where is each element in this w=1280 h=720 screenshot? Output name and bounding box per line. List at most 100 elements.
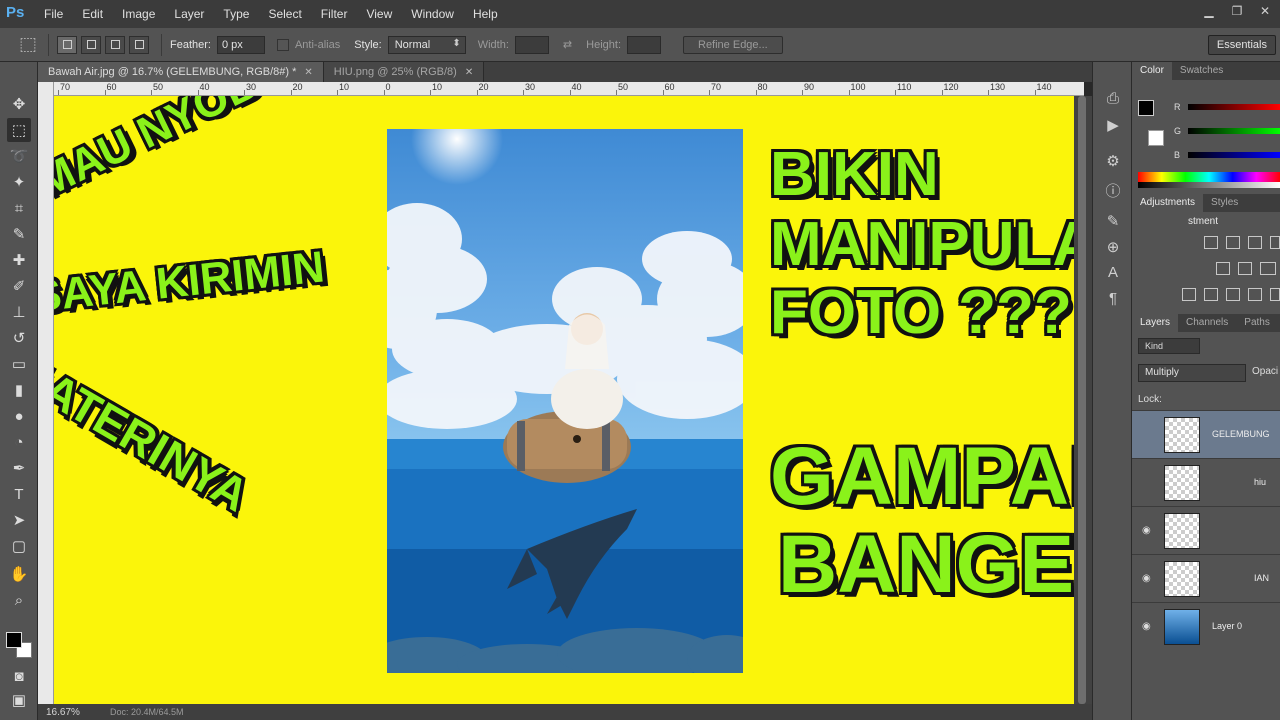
layer-row[interactable]: ◉ Layer 0 xyxy=(1132,602,1280,650)
menu-window[interactable]: Window xyxy=(411,7,454,21)
panel-background-swatch[interactable] xyxy=(1148,130,1164,146)
healing-brush-icon[interactable]: ✚ xyxy=(7,248,31,272)
properties-icon[interactable]: ⚙ xyxy=(1103,152,1123,172)
menu-type[interactable]: Type xyxy=(223,7,249,21)
gradient-map-icon[interactable] xyxy=(1248,288,1262,301)
tab-swatches[interactable]: Swatches xyxy=(1172,62,1231,80)
scroll-thumb[interactable] xyxy=(1078,96,1086,704)
width-input[interactable] xyxy=(514,35,549,54)
paragraph-panel-icon[interactable]: ¶ xyxy=(1103,290,1123,310)
path-select-icon[interactable]: ➤ xyxy=(7,508,31,532)
foreground-color-swatch[interactable] xyxy=(6,632,22,648)
add-selection-icon[interactable] xyxy=(81,35,101,54)
subtract-selection-icon[interactable] xyxy=(105,35,125,54)
minimize-icon[interactable]: ▁ xyxy=(1200,4,1218,18)
green-slider[interactable] xyxy=(1188,128,1280,134)
vibrance-icon[interactable] xyxy=(1270,236,1280,249)
actions-play-icon[interactable]: ▶ xyxy=(1103,116,1123,136)
antialias-checkbox[interactable] xyxy=(276,38,289,51)
posterize-icon[interactable] xyxy=(1204,288,1218,301)
threshold-icon[interactable] xyxy=(1226,288,1240,301)
zoom-level[interactable]: 16.67% xyxy=(38,707,90,718)
channel-mixer-icon[interactable] xyxy=(1260,262,1276,275)
marquee-preset-icon[interactable] xyxy=(20,37,36,52)
eraser-icon[interactable]: ▭ xyxy=(7,352,31,376)
close-icon[interactable]: ✕ xyxy=(1256,4,1274,18)
curves-icon[interactable] xyxy=(1204,236,1218,249)
vertical-scrollbar[interactable] xyxy=(1074,96,1092,704)
selective-color-icon[interactable] xyxy=(1270,288,1280,301)
invert-icon[interactable] xyxy=(1182,288,1196,301)
visibility-eye-icon[interactable]: ◉ xyxy=(1142,573,1151,584)
brush-panel-icon[interactable]: ✎ xyxy=(1103,212,1123,232)
screen-mode-icon[interactable]: ▣ xyxy=(7,688,31,712)
blue-slider[interactable] xyxy=(1188,152,1280,158)
eyedropper-icon[interactable]: ✎ xyxy=(7,222,31,246)
gradient-icon[interactable]: ▮ xyxy=(7,378,31,402)
document-size-info[interactable]: Doc: 20.4M/64.5M xyxy=(90,707,270,717)
tab-styles[interactable]: Styles xyxy=(1203,194,1246,212)
menu-layer[interactable]: Layer xyxy=(174,7,204,21)
menu-filter[interactable]: Filter xyxy=(321,7,348,21)
tab-paths[interactable]: Paths xyxy=(1236,314,1278,332)
brush-tool-icon[interactable]: ✐ xyxy=(7,274,31,298)
tab-layers[interactable]: Layers xyxy=(1132,314,1179,332)
tab-hiu[interactable]: HIU.png @ 25% (RGB/8) ✕ xyxy=(323,62,485,82)
info-icon[interactable]: ⓘ xyxy=(1103,180,1123,200)
blend-mode-select[interactable]: Multiply xyxy=(1138,364,1246,382)
new-selection-icon[interactable] xyxy=(57,35,77,54)
exposure-icon[interactable] xyxy=(1226,236,1240,249)
menu-select[interactable]: Select xyxy=(268,7,301,21)
style-select[interactable]: Normal xyxy=(387,35,466,54)
refine-edge-button[interactable]: Refine Edge... xyxy=(683,35,783,54)
tab-adjustments[interactable]: Adjustments xyxy=(1132,194,1204,212)
clone-source-icon[interactable]: ⊕ xyxy=(1103,238,1123,258)
document-canvas[interactable]: MAU NYOBA? SAYA KIRIMIN MATERINYA BIKIN … xyxy=(54,96,1074,704)
menu-image[interactable]: Image xyxy=(122,7,155,21)
tab-bawah-air[interactable]: Bawah Air.jpg @ 16.7% (GELEMBUNG, RGB/8#… xyxy=(38,62,324,82)
close-tab-icon[interactable]: ✕ xyxy=(465,67,473,78)
color-spectrum[interactable] xyxy=(1138,172,1280,188)
layer-row[interactable]: ◉ IAN xyxy=(1132,554,1280,602)
type-tool-icon[interactable]: T xyxy=(7,482,31,506)
move-tool-icon[interactable]: ✥ xyxy=(7,92,31,116)
hand-tool-icon[interactable]: ✋ xyxy=(7,562,31,586)
swap-icon[interactable]: ⇄ xyxy=(563,38,572,51)
dodge-tool-icon[interactable]: ◔ xyxy=(7,430,31,454)
blur-tool-icon[interactable]: ● xyxy=(7,404,31,428)
tab-channels[interactable]: Channels xyxy=(1178,314,1236,332)
history-brush-icon[interactable]: ↺ xyxy=(7,326,31,350)
height-input[interactable] xyxy=(627,35,661,54)
workspace-button[interactable]: Essentials xyxy=(1207,35,1276,55)
menu-view[interactable]: View xyxy=(366,7,392,21)
magic-wand-icon[interactable]: ✦ xyxy=(7,170,31,194)
menu-help[interactable]: Help xyxy=(473,7,498,21)
pen-tool-icon[interactable]: ✒ xyxy=(7,456,31,480)
layer-row[interactable]: ◉ xyxy=(1132,506,1280,554)
photo-filter-icon[interactable] xyxy=(1238,262,1252,275)
red-slider[interactable] xyxy=(1188,104,1280,110)
feather-input[interactable]: 0 px xyxy=(216,35,265,54)
menu-edit[interactable]: Edit xyxy=(82,7,103,21)
visibility-eye-icon[interactable]: ◉ xyxy=(1142,525,1151,536)
crop-tool-icon[interactable]: ⌗ xyxy=(7,196,31,220)
visibility-eye-icon[interactable]: ◉ xyxy=(1142,621,1151,632)
layer-row[interactable]: hiu xyxy=(1132,458,1280,506)
menu-file[interactable]: File xyxy=(44,7,63,21)
close-tab-icon[interactable]: ✕ xyxy=(304,67,312,78)
zoom-tool-icon[interactable]: ⌕ xyxy=(7,588,31,612)
layer-row[interactable]: GELEMBUNG xyxy=(1132,410,1280,458)
shape-tool-icon[interactable]: ▢ xyxy=(7,534,31,558)
marquee-tool-icon[interactable]: ⬚ xyxy=(7,118,31,142)
levels-icon[interactable] xyxy=(1248,236,1262,249)
clone-stamp-icon[interactable]: ⊥ xyxy=(7,300,31,324)
color-balance-icon[interactable] xyxy=(1216,262,1230,275)
tab-color[interactable]: Color xyxy=(1132,62,1172,80)
lasso-tool-icon[interactable]: ➰ xyxy=(7,144,31,168)
character-panel-icon[interactable]: A xyxy=(1103,264,1123,284)
maximize-icon[interactable]: ❐ xyxy=(1228,4,1246,18)
quick-mask-icon[interactable]: ◙ xyxy=(7,664,31,688)
kind-filter[interactable]: Kind xyxy=(1138,338,1200,354)
history-panel-icon[interactable]: ⎙ xyxy=(1103,90,1123,110)
intersect-selection-icon[interactable] xyxy=(129,35,149,54)
